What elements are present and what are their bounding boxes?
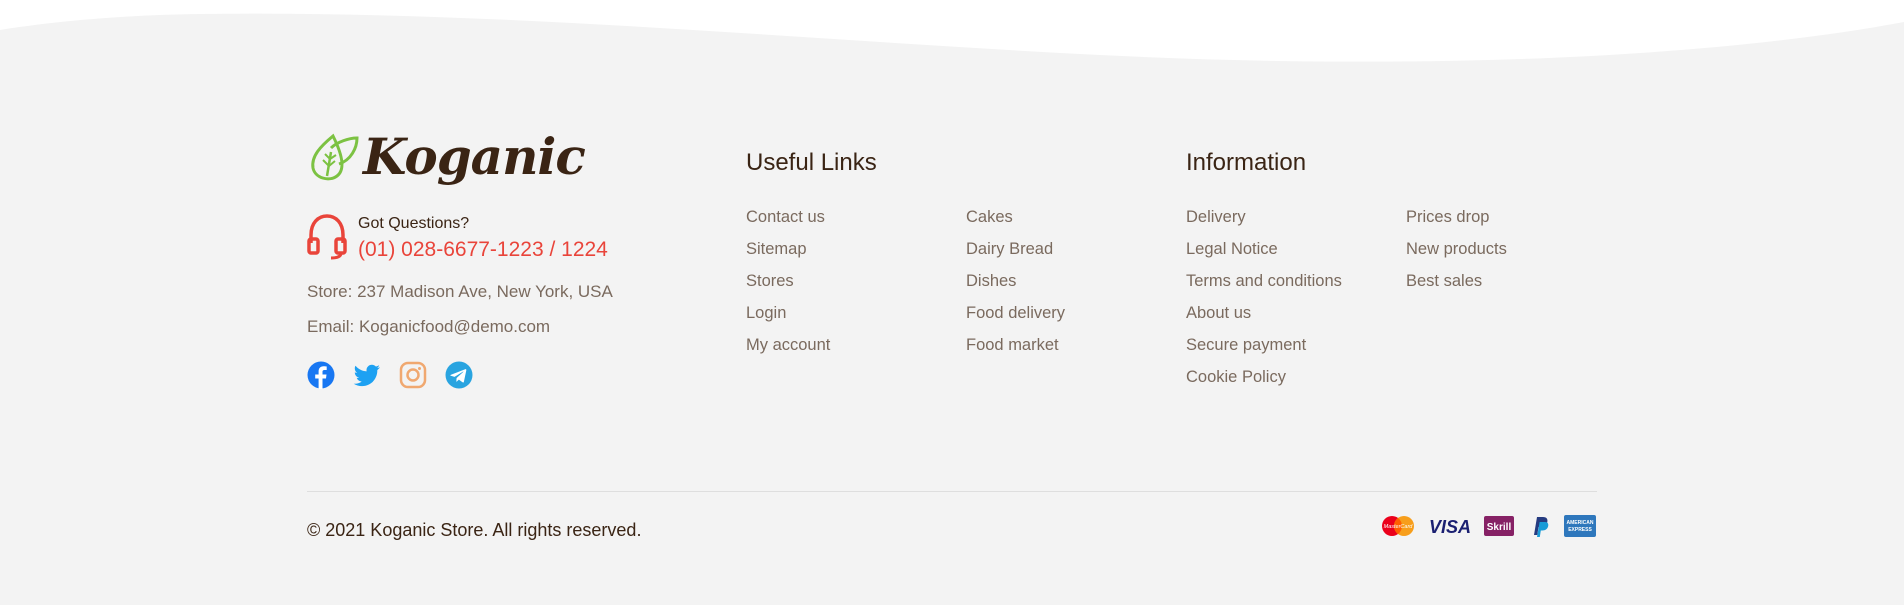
top-wave-shape — [0, 0, 1904, 62]
footer-divider — [307, 491, 1597, 492]
skrill-icon: Skrill — [1484, 516, 1514, 536]
amex-icon: AMERICAN EXPRESS — [1564, 515, 1596, 537]
footer-link-secure-payment[interactable]: Secure payment — [1186, 333, 1342, 365]
svg-text:MasterCard: MasterCard — [1384, 524, 1414, 530]
footer-link-best-sales[interactable]: Best sales — [1406, 269, 1507, 301]
twitter-icon[interactable] — [353, 361, 381, 389]
footer-link-login[interactable]: Login — [746, 301, 830, 333]
svg-text:Skrill: Skrill — [1487, 522, 1512, 533]
headset-icon — [307, 214, 347, 260]
information-list-1: Delivery Legal Notice Terms and conditio… — [1186, 205, 1342, 397]
svg-text:EXPRESS: EXPRESS — [1568, 527, 1592, 533]
footer-link-food-delivery[interactable]: Food delivery — [966, 301, 1065, 333]
instagram-icon[interactable] — [399, 361, 427, 389]
footer-link-cakes[interactable]: Cakes — [966, 205, 1065, 237]
footer-link-delivery[interactable]: Delivery — [1186, 205, 1342, 237]
footer-link-stores[interactable]: Stores — [746, 269, 830, 301]
footer-link-cookie-policy[interactable]: Cookie Policy — [1186, 365, 1342, 397]
footer-link-about-us[interactable]: About us — [1186, 301, 1342, 333]
telegram-icon[interactable] — [445, 361, 473, 389]
footer-link-legal-notice[interactable]: Legal Notice — [1186, 237, 1342, 269]
contact-text: Got Questions? (01) 028-6677-1223 / 1224 — [358, 213, 608, 262]
footer-link-food-market[interactable]: Food market — [966, 333, 1065, 365]
svg-text:AMERICAN: AMERICAN — [1567, 520, 1594, 526]
useful-links-list-1: Contact us Sitemap Stores Login My accou… — [746, 205, 830, 365]
phone-number[interactable]: (01) 028-6677-1223 / 1224 — [358, 238, 608, 262]
copyright-text: © 2021 Koganic Store. All rights reserve… — [307, 520, 642, 540]
store-email[interactable]: Email: Koganicfood@demo.com — [307, 317, 747, 337]
information-title: Information — [1186, 149, 1307, 176]
footer-link-terms[interactable]: Terms and conditions — [1186, 269, 1342, 301]
footer-link-prices-drop[interactable]: Prices drop — [1406, 205, 1507, 237]
footer-link-dairy-bread[interactable]: Dairy Bread — [966, 237, 1065, 269]
got-questions-label: Got Questions? — [358, 215, 470, 232]
contact-block: Got Questions? (01) 028-6677-1223 / 1224 — [307, 213, 747, 262]
social-links — [307, 361, 747, 389]
footer-link-dishes[interactable]: Dishes — [966, 269, 1065, 301]
mastercard-icon: MasterCard — [1382, 516, 1414, 536]
logo[interactable]: Koganic — [307, 125, 747, 189]
logo-text: Koganic — [363, 127, 586, 186]
paypal-icon — [1534, 517, 1549, 537]
footer-link-new-products[interactable]: New products — [1406, 237, 1507, 269]
store-address: Store: 237 Madison Ave, New York, USA — [307, 282, 613, 301]
footer-link-my-account[interactable]: My account — [746, 333, 830, 365]
footer-link-sitemap[interactable]: Sitemap — [746, 237, 830, 269]
footer-brand-column: Koganic Got Questions? (01) 028-6677-122… — [307, 125, 747, 389]
useful-links-list-2: Cakes Dairy Bread Dishes Food delivery F… — [966, 205, 1065, 365]
svg-text:VISA: VISA — [1429, 517, 1471, 537]
visa-icon: VISA — [1429, 517, 1471, 537]
footer-link-contact-us[interactable]: Contact us — [746, 205, 830, 237]
useful-links-title: Useful Links — [746, 149, 877, 176]
leaf-logo-icon — [311, 133, 359, 181]
facebook-icon[interactable] — [307, 361, 335, 389]
information-list-2: Prices drop New products Best sales — [1406, 205, 1507, 301]
payment-methods: MasterCard VISA Skrill AMERICAN EXPRESS — [1379, 514, 1597, 538]
